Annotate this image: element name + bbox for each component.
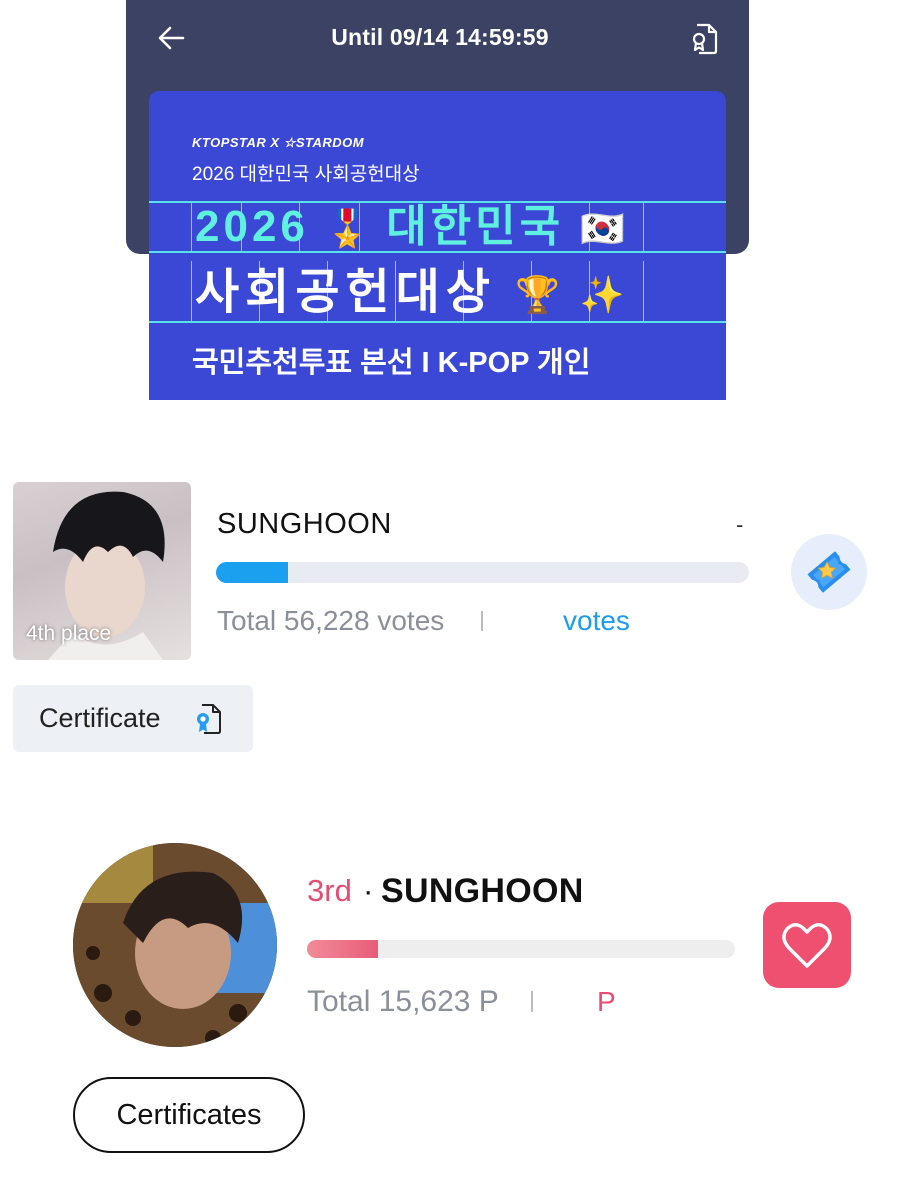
candidate-portrait [73, 843, 277, 1047]
divider [481, 611, 483, 631]
banner-award: 사회공헌대상 [195, 266, 496, 319]
my-votes: votes [563, 605, 630, 636]
certificate-button[interactable]: Certificate [13, 685, 253, 752]
total-points: Total 15,623 P [307, 985, 499, 1018]
certificate-document-icon [197, 704, 221, 734]
heart-icon [782, 923, 832, 968]
banner-grid-line [643, 203, 644, 251]
back-arrow-icon [158, 26, 185, 50]
candidate-photo[interactable]: 4th place [13, 482, 191, 660]
event-banner: KTOPSTAR X ☆STARDOM 2026 대한민국 사회공헌대상 202… [149, 91, 726, 400]
korea-flag-icon: 🇰🇷 [580, 208, 626, 250]
medal-icon: 🎖️ [325, 208, 370, 250]
vote-progress-bar [216, 562, 749, 583]
banner-category: 국민추천투표 본선 I K-POP 개인 [192, 347, 591, 379]
vote-progress-fill [216, 562, 288, 583]
banner-year: 2026 [195, 202, 309, 251]
vote-delta: - [736, 512, 744, 537]
banner-headline-2: 사회공헌대상 🏆 ✨ [195, 263, 624, 323]
banner-brand: KTOPSTAR X ☆STARDOM [192, 135, 365, 150]
banner-country: 대한민국 [386, 202, 565, 251]
rank-separator: · [363, 873, 374, 908]
total-votes: Total 56,228 votes [217, 605, 445, 636]
certificate-label: Certificate [39, 703, 161, 733]
place-badge: 4th place [26, 622, 112, 645]
points-progress-bar [307, 940, 735, 958]
heart-vote-button[interactable] [763, 902, 851, 988]
trophy-icon: 🏆 [515, 274, 561, 316]
banner-subtitle: 2026 대한민국 사회공헌대상 [192, 164, 420, 185]
vote-ticket-button[interactable] [791, 534, 867, 610]
back-button[interactable] [156, 22, 188, 54]
rank-label: 3rd [307, 873, 352, 908]
my-points: P [597, 986, 616, 1017]
points-progress-fill [307, 940, 379, 958]
candidate-name: SUNGHOON [217, 508, 392, 540]
divider [531, 991, 533, 1012]
banner-grid-line [191, 261, 192, 321]
candidate-photo-circle[interactable] [73, 843, 277, 1047]
certificates-button[interactable]: Certificates [73, 1077, 305, 1153]
banner-grid-line [191, 203, 192, 251]
vote-deadline: Until 09/14 14:59:59 [331, 24, 549, 50]
sparkles-icon: ✨ [579, 274, 625, 316]
certificates-label: Certificates [116, 1099, 262, 1131]
banner-grid-line [643, 261, 644, 321]
certificate-document-icon [692, 23, 718, 55]
ticket-star-icon [807, 551, 851, 593]
candidate-name: SUNGHOON [381, 872, 584, 910]
banner-headline-1: 2026 🎖️ 대한민국 🇰🇷 [195, 201, 625, 253]
certificate-button-top[interactable] [688, 22, 722, 56]
